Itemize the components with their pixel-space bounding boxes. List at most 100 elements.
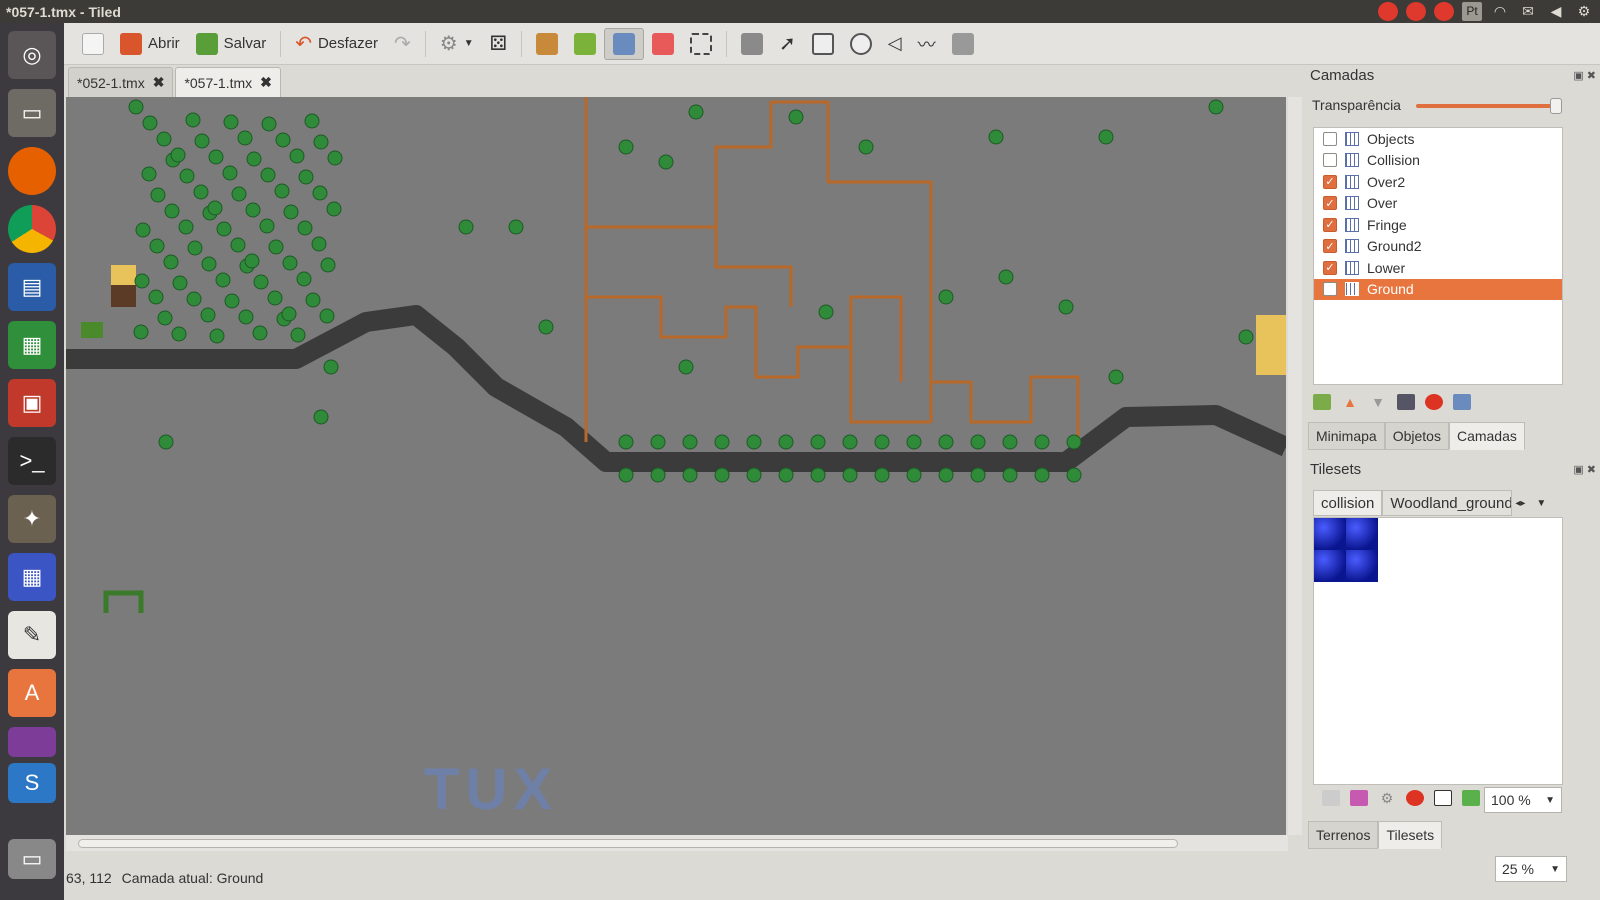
insert-rectangle-button[interactable] [804,28,842,60]
app-icon[interactable] [8,727,56,757]
rect-select-button[interactable] [682,28,720,60]
writer-icon[interactable]: ▤ [8,263,56,311]
wifi-icon[interactable]: ◠ [1490,2,1510,21]
map-zoom-select[interactable]: 25 % ▼ [1495,856,1567,882]
close-icon[interactable]: ✖ [260,74,272,91]
vertical-scrollbar[interactable] [1288,97,1302,835]
layer-row[interactable]: ✓ Lower [1314,257,1562,279]
chrome-icon[interactable] [8,205,56,253]
scroll-thumb[interactable] [78,839,1178,848]
tile[interactable] [1346,518,1378,550]
tab-scroll-arrows[interactable]: ◂▸ [1512,498,1528,509]
update-icon[interactable] [1434,2,1454,21]
chevron-down-icon[interactable]: ▼ [1528,498,1546,509]
text-editor-icon[interactable]: ✎ [8,611,56,659]
image-icon[interactable] [1462,790,1480,806]
tab-tilesets[interactable]: Tilesets [1378,821,1443,849]
layer-properties-icon[interactable] [1453,394,1471,410]
insert-polygon-button[interactable]: ◁ [880,28,910,60]
ubuntu-icon[interactable]: ◎ [8,31,56,79]
tile[interactable] [1346,550,1378,582]
gimp-icon[interactable]: ✦ [8,495,56,543]
tab-minimap[interactable]: Minimapa [1308,422,1385,450]
layer-visibility-checkbox[interactable] [1323,131,1337,146]
panel-controls[interactable]: ▣ ✖ [1573,463,1596,476]
delete-tileset-icon[interactable] [1406,790,1424,806]
tile[interactable] [1314,550,1346,582]
undo-button[interactable]: ↶ Desfazer [287,28,386,60]
save-button[interactable]: Salvar [188,28,275,60]
stacked-app-icon[interactable]: S [8,763,56,803]
transparency-slider[interactable] [1416,98,1562,114]
open-button[interactable]: Abrir [112,28,188,60]
layer-row[interactable]: Objects [1314,128,1562,150]
notification-icon[interactable] [1406,2,1426,21]
duplicate-layer-icon[interactable] [1397,394,1415,410]
new-file-button[interactable] [74,28,112,60]
mail-icon[interactable]: ✉ [1518,2,1538,21]
tiled-icon[interactable]: ▦ [8,553,56,601]
file-manager-icon[interactable]: ▭ [8,89,56,137]
random-mode-button[interactable]: ⚄ [482,28,515,60]
record-icon[interactable] [1378,2,1398,21]
commands-button[interactable]: ⚙ ▼ [432,28,482,60]
tree [858,139,874,155]
select-objects-button[interactable]: ➚ [771,28,804,60]
printer-icon[interactable]: ▭ [8,839,56,879]
insert-ellipse-button[interactable] [842,28,880,60]
layer-visibility-checkbox[interactable]: ✓ [1323,260,1337,275]
keyboard-language[interactable]: Pt [1462,2,1482,21]
tab-layers[interactable]: Camadas [1448,422,1525,450]
tab-woodland-ground[interactable]: Woodland_ground [1382,490,1513,516]
layer-visibility-checkbox[interactable]: ✓ [1323,196,1337,211]
terrain-tool-button[interactable] [566,28,604,60]
redo-button[interactable]: ↷ [386,28,419,60]
tab-objects[interactable]: Objetos [1384,422,1449,450]
layer-visibility-checkbox[interactable]: ✓ [1323,217,1337,232]
tileset-view[interactable] [1313,517,1563,785]
delete-layer-icon[interactable] [1425,394,1443,410]
stamp-tool-button[interactable] [528,28,566,60]
insert-polyline-button[interactable]: 〰 [910,28,944,60]
layer-row[interactable]: ✓ Fringe [1314,214,1562,236]
export-tileset-icon[interactable] [1350,790,1368,806]
calc-icon[interactable]: ▦ [8,321,56,369]
firefox-icon[interactable] [8,147,56,195]
layer-row[interactable]: Ground [1314,278,1562,300]
volume-icon[interactable]: ◀ [1546,2,1566,21]
raise-layer-icon[interactable]: ▲ [1341,394,1359,410]
gear-icon[interactable]: ⚙ [1378,790,1396,806]
import-tileset-icon[interactable] [1322,790,1340,806]
layer-visibility-checkbox[interactable]: ✓ [1323,174,1337,189]
layer-row[interactable]: ✓ Ground2 [1314,236,1562,258]
insert-tile-button[interactable] [944,28,982,60]
tab-collision[interactable]: collision [1313,490,1383,516]
layer-visibility-checkbox[interactable] [1323,153,1337,168]
layer-visibility-checkbox[interactable] [1323,282,1337,297]
add-layer-icon[interactable] [1313,394,1331,410]
horizontal-scrollbar[interactable] [66,835,1288,851]
tab-057-1[interactable]: *057-1.tmx ✖ [175,67,281,97]
tileset-zoom-select[interactable]: 100 % ▼ [1484,787,1562,813]
current-layer-status: Camada atual: Ground [121,869,264,886]
magic-wand-button[interactable] [733,28,771,60]
rename-icon[interactable] [1434,790,1452,806]
close-icon[interactable]: ✖ [153,74,165,91]
layer-row[interactable]: Collision [1314,150,1562,172]
map-canvas[interactable]: TUX [66,97,1286,835]
fill-tool-button[interactable] [604,27,644,60]
software-center-icon[interactable]: A [8,669,56,717]
gear-icon[interactable]: ⚙ [1574,2,1594,21]
panel-controls[interactable]: ▣ ✖ [1573,69,1596,82]
lower-layer-icon[interactable]: ▼ [1369,394,1387,410]
tile[interactable] [1314,518,1346,550]
tab-terrains[interactable]: Terrenos [1308,821,1379,849]
layer-visibility-checkbox[interactable]: ✓ [1323,239,1337,254]
terminal-icon[interactable]: >_ [8,437,56,485]
slider-knob[interactable] [1550,98,1562,114]
impress-icon[interactable]: ▣ [8,379,56,427]
tab-052-1[interactable]: *052-1.tmx ✖ [68,67,174,97]
eraser-tool-button[interactable] [644,28,682,60]
layer-row[interactable]: ✓ Over [1314,193,1562,215]
layer-row[interactable]: ✓ Over2 [1314,171,1562,193]
